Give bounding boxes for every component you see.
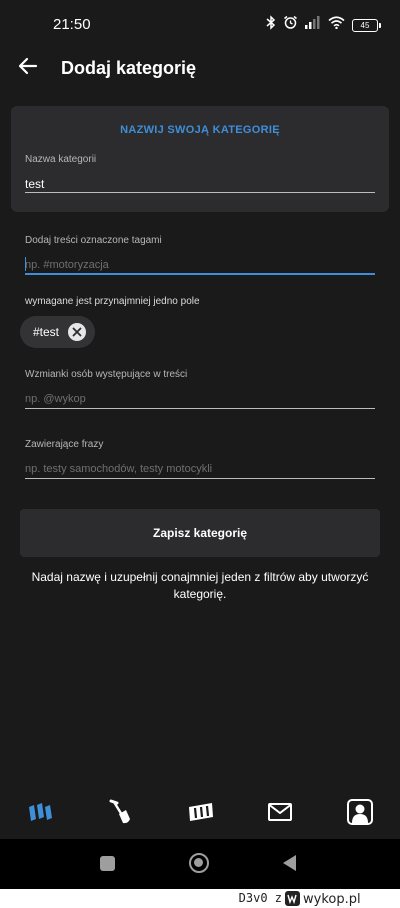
signal-icon	[305, 16, 321, 34]
watermark-strip: D3v0 z wykop.pl	[0, 889, 400, 908]
alarm-icon	[283, 15, 298, 35]
mentions-label: Wzmianki osób występujące w treści	[25, 369, 188, 380]
category-name-label: Nazwa kategorii	[25, 154, 97, 165]
home-icon[interactable]	[25, 797, 55, 827]
system-nav-bar	[0, 839, 400, 889]
phrases-underline	[25, 478, 375, 479]
bluetooth-icon	[266, 15, 276, 35]
phrases-input[interactable]: np. testy samochodów, testy motocykli	[25, 463, 212, 475]
arrow-left-icon[interactable]	[16, 54, 40, 78]
wifi-icon	[328, 16, 345, 34]
bottom-nav	[0, 787, 400, 837]
tag-chip-label: #test	[33, 325, 60, 339]
tags-label: Dodaj treści oznaczone tagami	[25, 235, 162, 246]
close-icon[interactable]	[68, 323, 86, 341]
recent-apps-icon[interactable]	[100, 856, 115, 871]
category-name-card: NAZWIJ SWOJĄ KATEGORIĘ Nazwa kategorii t…	[11, 106, 389, 212]
battery-icon: 45	[352, 18, 381, 32]
phrases-label: Zawierające frazy	[25, 439, 104, 450]
wykop-logo-text: wykop.pl	[303, 892, 361, 907]
home-button-icon[interactable]	[189, 853, 209, 873]
mentions-underline	[25, 408, 375, 409]
back-triangle-icon[interactable]	[283, 855, 296, 871]
info-text: Nadaj nazwę i uzupełnij conajmniej jeden…	[31, 570, 369, 601]
tags-helper-text: wymagane jest przynajmniej jedno pole	[25, 296, 200, 307]
wykop-logo: wykop.pl	[285, 891, 361, 907]
watermark-user: D3v0 z	[238, 891, 282, 905]
app-bar: Dodaj kategorię	[0, 48, 400, 88]
save-category-button[interactable]: Zapisz kategorię	[20, 509, 380, 557]
profile-icon[interactable]	[345, 797, 375, 827]
status-icons: 45	[266, 15, 381, 35]
page-title: Dodaj kategorię	[61, 58, 197, 78]
tags-input[interactable]: np. #motoryzacja	[25, 259, 109, 271]
text-cursor	[25, 257, 26, 271]
tag-chip[interactable]: #test	[20, 316, 95, 348]
shovel-icon[interactable]	[105, 797, 135, 827]
mentions-input[interactable]: np. @wykop	[25, 393, 86, 405]
card-heading: NAZWIJ SWOJĄ KATEGORIĘ	[120, 124, 280, 136]
status-time: 21:50	[53, 16, 91, 33]
category-name-underline	[25, 192, 375, 193]
status-bar: 21:50 45	[0, 0, 400, 48]
tags-underline	[25, 273, 375, 275]
mail-icon[interactable]	[265, 797, 295, 827]
category-name-input[interactable]: test	[25, 177, 44, 191]
mikroblog-icon[interactable]	[186, 797, 216, 827]
